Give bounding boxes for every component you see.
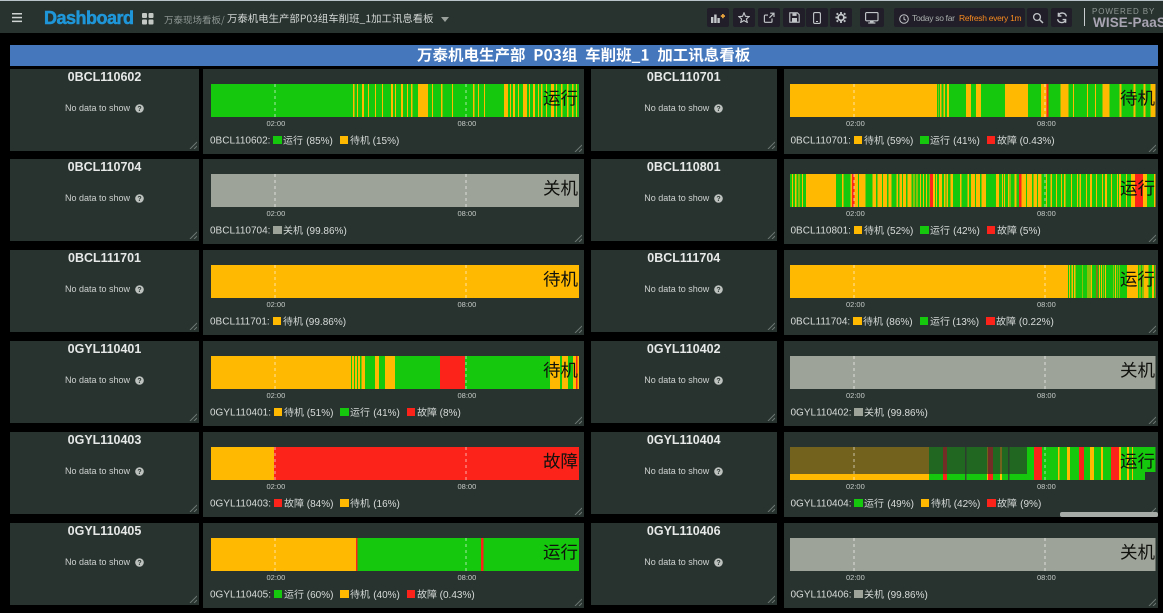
svg-text:?: ? (717, 469, 721, 476)
svg-text:?: ? (137, 196, 141, 203)
svg-text:?: ? (717, 287, 721, 294)
svg-text:?: ? (717, 378, 721, 385)
svg-text:?: ? (717, 106, 721, 113)
svg-text:?: ? (137, 106, 141, 113)
svg-text:?: ? (717, 560, 721, 567)
svg-text:?: ? (717, 196, 721, 203)
svg-text:?: ? (137, 560, 141, 567)
svg-text:?: ? (137, 378, 141, 385)
svg-text:?: ? (137, 287, 141, 294)
svg-text:?: ? (137, 469, 141, 476)
